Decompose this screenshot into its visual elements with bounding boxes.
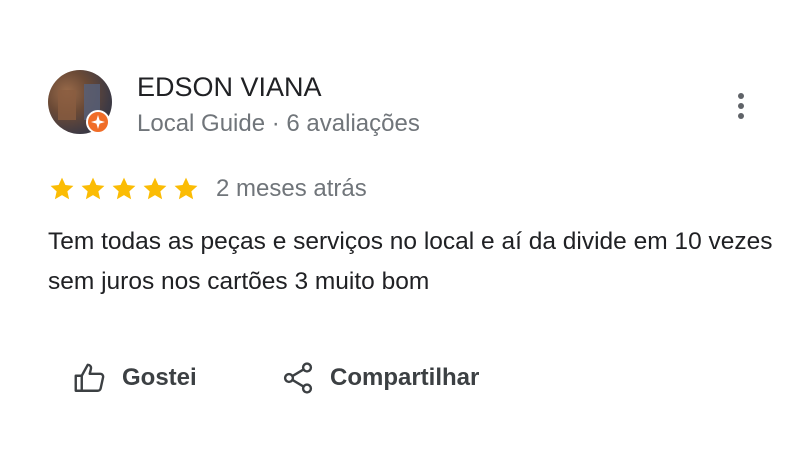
star-icon bbox=[50, 177, 74, 200]
more-options-button[interactable] bbox=[724, 88, 758, 124]
local-guide-badge-icon bbox=[86, 110, 110, 134]
like-button[interactable]: Gostei bbox=[72, 356, 197, 400]
share-label: Compartilhar bbox=[330, 364, 480, 391]
star-icon bbox=[174, 177, 198, 200]
share-icon bbox=[283, 362, 313, 394]
avatar[interactable] bbox=[48, 70, 112, 134]
star-rating bbox=[48, 175, 203, 203]
more-vertical-icon bbox=[738, 93, 744, 119]
rating-row: 2 meses atrás bbox=[48, 174, 367, 204]
star-icon bbox=[143, 177, 167, 200]
like-label: Gostei bbox=[122, 364, 197, 391]
share-button[interactable]: Compartilhar bbox=[280, 356, 479, 400]
star-icon bbox=[112, 177, 136, 200]
star-icon bbox=[81, 177, 105, 200]
reviewer-meta: Local Guide · 6 avaliações bbox=[137, 110, 420, 137]
thumb-up-icon bbox=[74, 363, 105, 392]
reviewer-name[interactable]: EDSON VIANA bbox=[137, 72, 322, 103]
review-date: 2 meses atrás bbox=[216, 175, 367, 202]
review-card: EDSON VIANA Local Guide · 6 avaliações 2… bbox=[0, 0, 810, 458]
review-text: Tem todas as peças e serviços no local e… bbox=[48, 228, 773, 295]
